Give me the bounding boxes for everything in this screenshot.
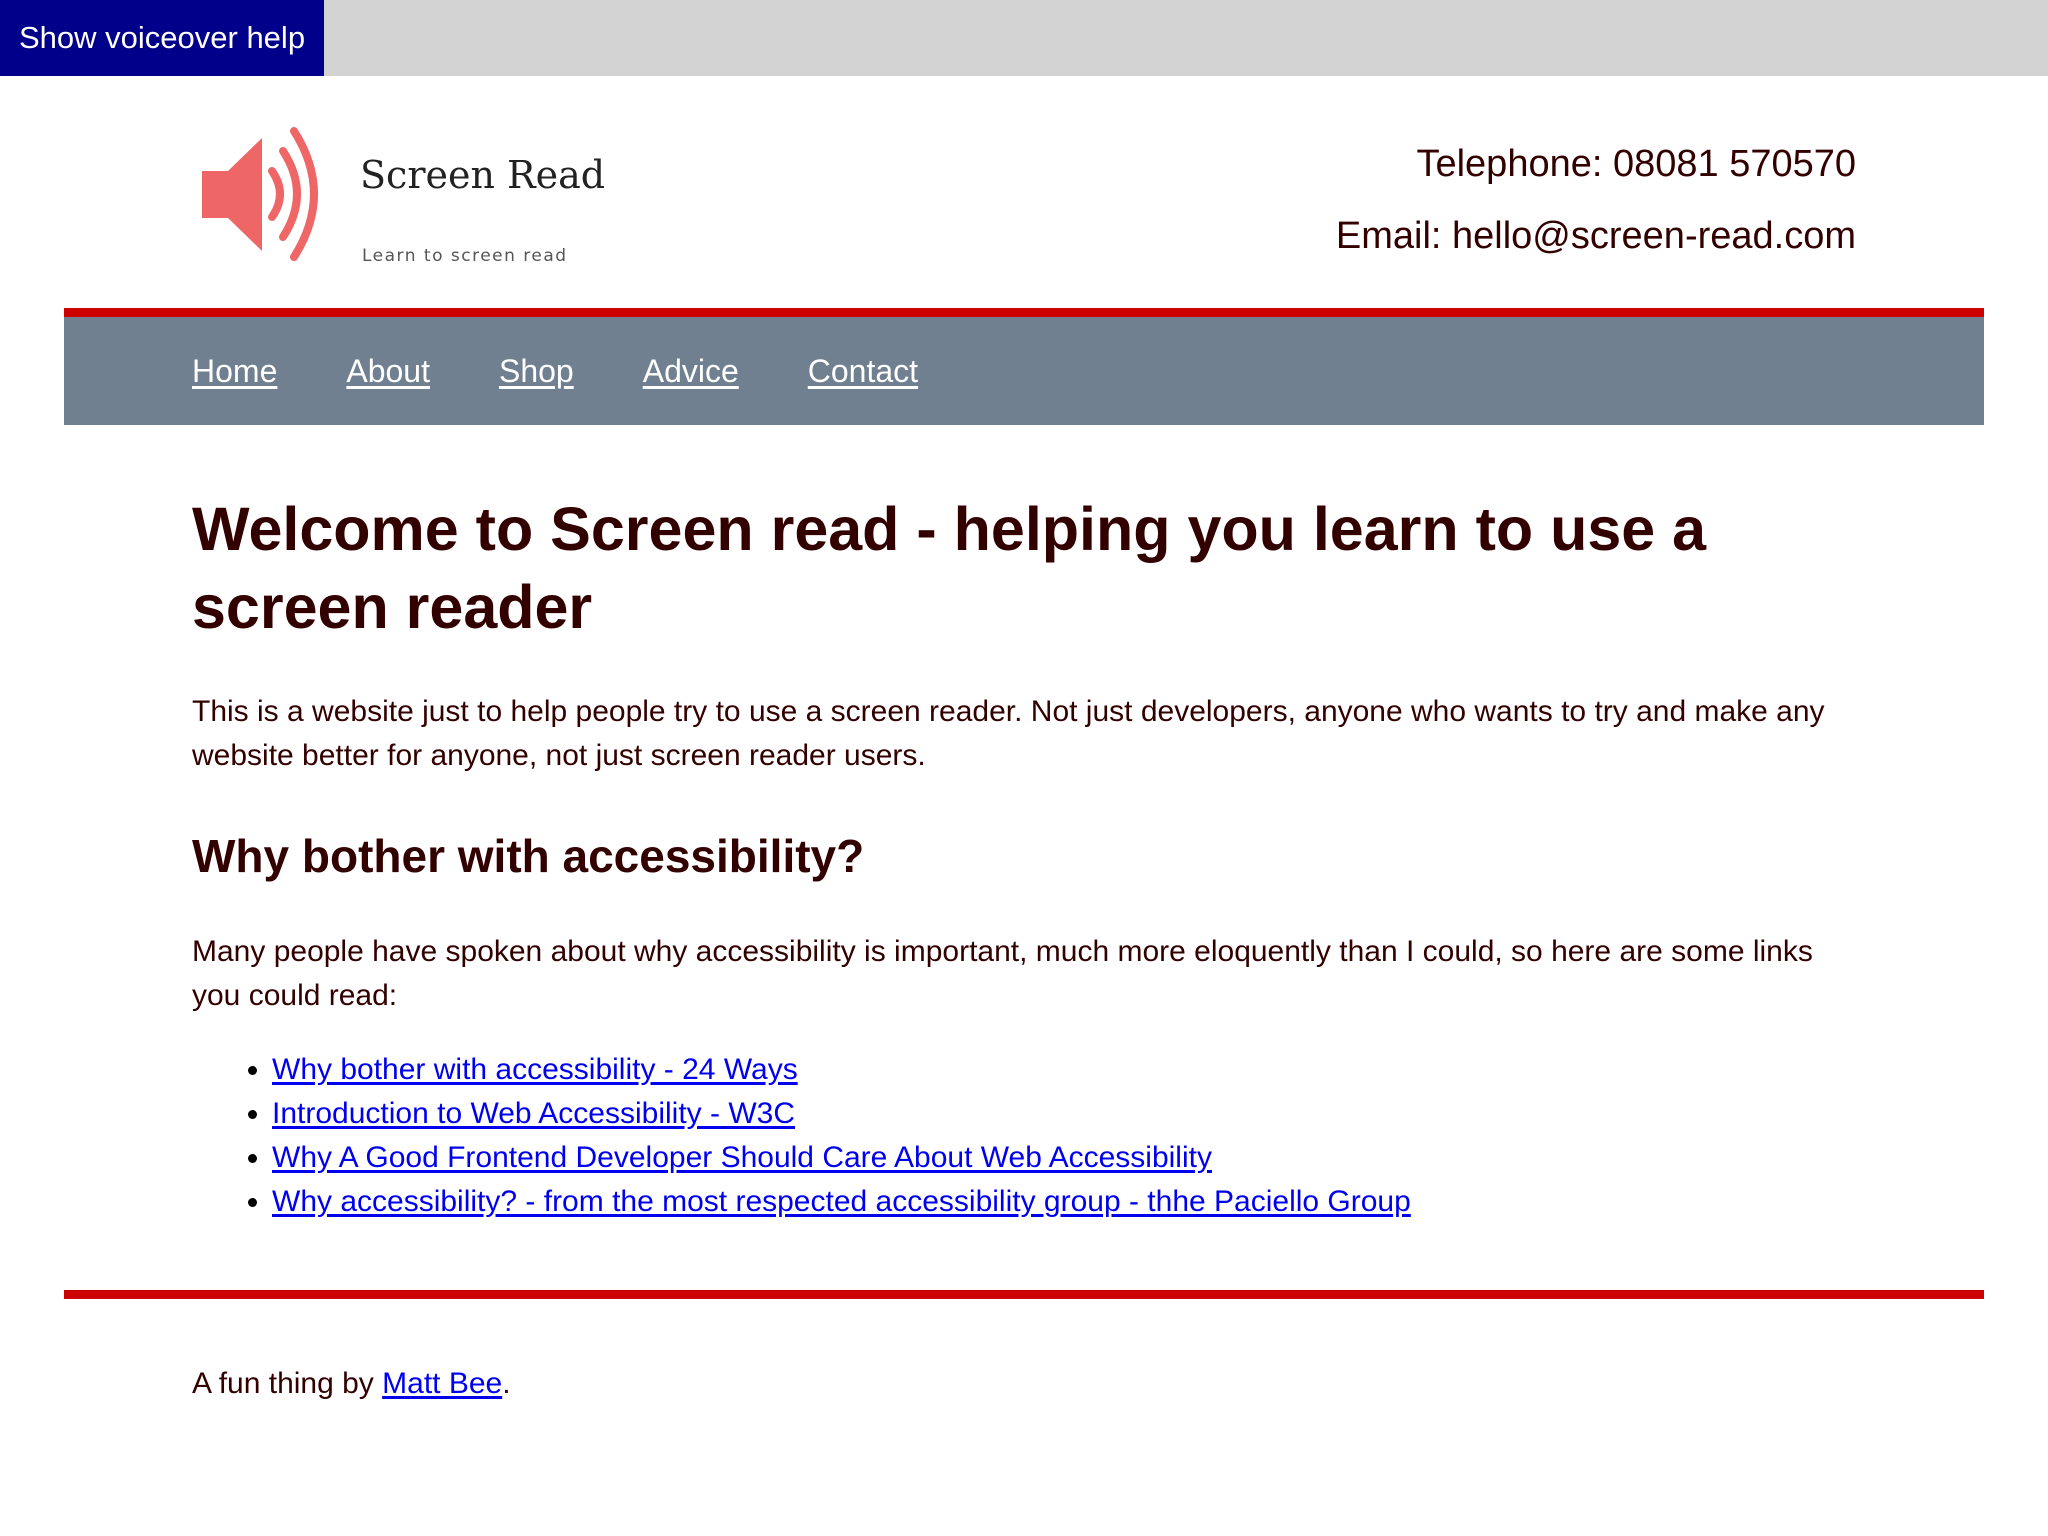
footer-suffix: . — [502, 1367, 511, 1400]
footer-divider — [64, 1290, 1984, 1299]
nav-link-about[interactable]: About — [346, 353, 430, 389]
page-title: Welcome to Screen read - helping you lea… — [192, 495, 1707, 641]
nav-link-shop[interactable]: Shop — [499, 353, 574, 389]
top-bar: Show voiceover help — [0, 0, 2048, 76]
nav-item-home: Home — [192, 353, 277, 390]
nav-item-shop: Shop — [499, 353, 574, 390]
email-text: Email: hello@screen-read.com — [1335, 215, 1856, 257]
nav-link-contact[interactable]: Contact — [808, 353, 918, 389]
link-paciello-group[interactable]: Why accessibility? - from the most respe… — [272, 1185, 1411, 1218]
list-item: Why A Good Frontend Developer Should Car… — [272, 1136, 1856, 1180]
list-item: Introduction to Web Accessibility - W3C — [272, 1092, 1856, 1136]
link-w3c[interactable]: Introduction to Web Accessibility - W3C — [272, 1097, 795, 1130]
nav-item-about: About — [346, 353, 430, 390]
link-24-ways[interactable]: Why bother with accessibility - 24 Ways — [272, 1053, 798, 1086]
resource-links-list: Why bother with accessibility - 24 Ways … — [192, 1048, 1856, 1224]
nav-item-contact: Contact — [808, 353, 918, 390]
author-link[interactable]: Matt Bee — [382, 1367, 502, 1400]
telephone-text: Telephone: 08081 570570 — [1416, 143, 1856, 185]
nav-link-advice[interactable]: Advice — [643, 353, 739, 389]
nav-item-advice: Advice — [643, 353, 739, 390]
list-item: Why bother with accessibility - 24 Ways — [272, 1048, 1856, 1092]
logo-tagline: Learn to screen read — [362, 246, 568, 266]
link-frontend-developer[interactable]: Why A Good Frontend Developer Should Car… — [272, 1141, 1212, 1174]
speaker-icon — [202, 127, 318, 261]
section-heading: Why bother with accessibility? — [192, 830, 865, 882]
nav-link-home[interactable]: Home — [192, 353, 277, 389]
site-header: Screen Read Learn to screen read Telepho… — [64, 76, 1984, 308]
show-voiceover-help-button[interactable]: Show voiceover help — [0, 0, 325, 76]
logo[interactable]: Screen Read Learn to screen read — [196, 116, 656, 271]
site-footer: A fun thing by Matt Bee. — [192, 1362, 511, 1406]
contact-info: Telephone: 08081 570570 Email: hello@scr… — [1336, 128, 1856, 272]
main-content: Welcome to Screen read - helping you lea… — [192, 490, 1856, 1224]
main-navigation: Home About Shop Advice Contact — [64, 308, 1984, 425]
links-intro-paragraph: Many people have spoken about why access… — [192, 935, 1813, 1012]
logo-title: Screen Read — [360, 153, 606, 197]
footer-prefix: A fun thing by — [192, 1367, 383, 1400]
list-item: Why accessibility? - from the most respe… — [272, 1180, 1856, 1224]
intro-paragraph: This is a website just to help people tr… — [192, 695, 1825, 772]
